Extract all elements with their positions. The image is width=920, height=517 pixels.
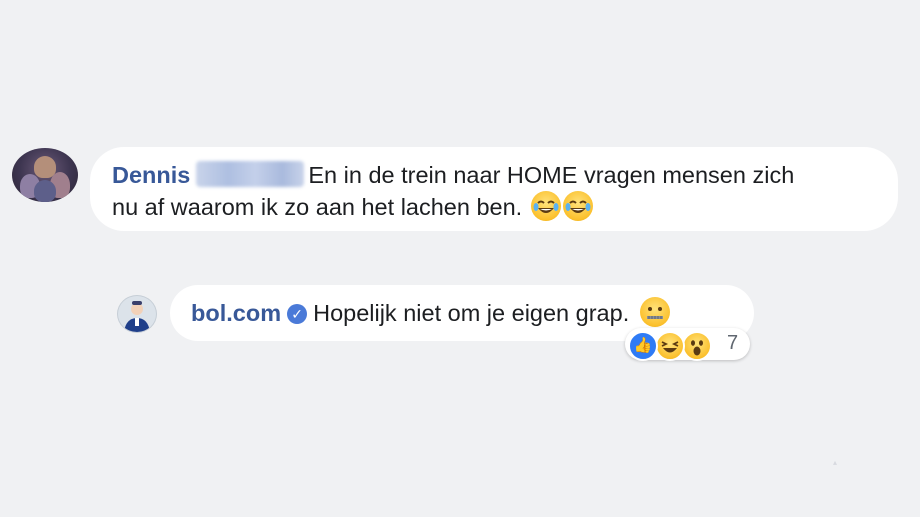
comment-text-line-2: nu af waarom ik zo aan het lachen ben. bbox=[112, 194, 523, 220]
zipper-mouth-emoji-icon bbox=[639, 297, 670, 327]
wow-icon bbox=[682, 331, 712, 361]
comment-author-bol[interactable]: bol.com bbox=[191, 300, 281, 326]
comment-author-dennis[interactable]: Dennis bbox=[112, 162, 190, 188]
avatar-dennis[interactable] bbox=[12, 148, 78, 202]
comment-text-line-1: En in de trein naar HOME vragen mensen z… bbox=[308, 162, 795, 188]
reactions-summary[interactable]: 👍 7 bbox=[625, 328, 750, 361]
blurred-surname bbox=[196, 161, 305, 187]
decorative-mark: ▴ bbox=[833, 458, 838, 467]
tears-of-joy-emoji-icon bbox=[530, 191, 561, 221]
verified-badge-icon: ✓ bbox=[287, 304, 308, 324]
comment-bubble-dennis: Dennis En in de trein naar HOME vragen me… bbox=[90, 147, 898, 231]
reaction-count: 7 bbox=[727, 332, 739, 354]
comment-text-bol: Hopelijk niet om je eigen grap. bbox=[313, 300, 630, 326]
like-icon: 👍 bbox=[628, 331, 658, 361]
tears-of-joy-emoji-icon bbox=[562, 191, 593, 221]
haha-icon bbox=[655, 331, 685, 361]
bol-logo-icon bbox=[124, 301, 150, 332]
avatar-bol[interactable] bbox=[117, 295, 157, 333]
